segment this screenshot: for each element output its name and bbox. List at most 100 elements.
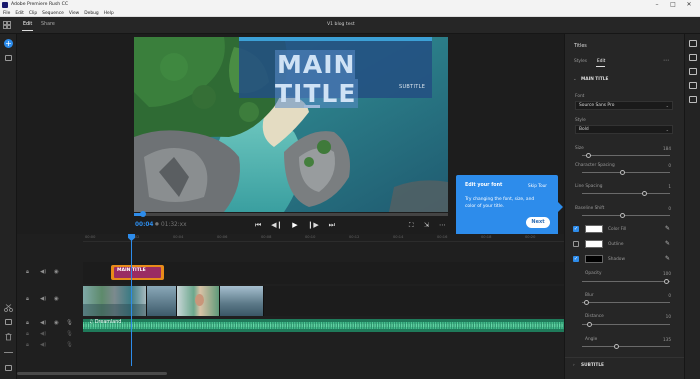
delete-icon[interactable]: [4, 333, 13, 341]
distance-slider[interactable]: [582, 322, 670, 327]
minimize-icon[interactable]: –: [652, 1, 662, 9]
baseline-shift-slider[interactable]: [582, 213, 670, 218]
microphone-icon[interactable]: 🎙︎: [66, 342, 73, 348]
speed-icon[interactable]: [689, 82, 697, 89]
opacity-slider[interactable]: [582, 279, 670, 284]
slider-knob[interactable]: [619, 170, 625, 175]
color-fill-swatch[interactable]: [585, 225, 603, 233]
menu-clip[interactable]: Clip: [29, 11, 37, 16]
angle-value[interactable]: 135: [651, 337, 671, 342]
slider-knob[interactable]: [583, 300, 589, 305]
duplicate-icon[interactable]: [5, 319, 12, 325]
eye-icon[interactable]: ◉: [54, 320, 59, 326]
style-select[interactable]: Bold ⌄: [575, 125, 673, 134]
menu-file[interactable]: File: [3, 11, 10, 16]
video-clip[interactable]: [83, 286, 147, 316]
section-main-title[interactable]: MAIN TITLE: [581, 77, 608, 82]
slider-knob[interactable]: [619, 213, 625, 218]
title-clip[interactable]: MAIN TITLE: [111, 265, 164, 280]
distance-value[interactable]: 10: [651, 314, 671, 319]
menu-view[interactable]: View: [69, 11, 79, 16]
microphone-icon[interactable]: 🎙︎: [66, 331, 73, 337]
transform-icon[interactable]: [689, 96, 697, 103]
char-spacing-slider[interactable]: [582, 170, 670, 175]
eyedropper-icon[interactable]: ✎: [665, 255, 670, 262]
color-fill-checkbox[interactable]: ✓: [573, 226, 579, 232]
scrubber-knob[interactable]: [140, 211, 146, 217]
speaker-icon[interactable]: ◀): [40, 296, 46, 302]
play-icon[interactable]: ▶: [292, 221, 297, 229]
home-icon[interactable]: [3, 21, 11, 29]
next-button[interactable]: Next: [526, 217, 550, 228]
titles-panel-icon[interactable]: [689, 40, 697, 47]
preview-scrubber[interactable]: [134, 211, 448, 217]
timeline-scrollbar[interactable]: [17, 372, 167, 375]
lock-icon[interactable]: 🔒︎: [26, 331, 29, 338]
tab-edit-panel[interactable]: Edit: [597, 59, 605, 64]
eye-icon[interactable]: ◉: [54, 296, 59, 302]
shadow-swatch[interactable]: [585, 255, 603, 263]
speaker-icon[interactable]: ◀): [40, 269, 46, 275]
slider-knob[interactable]: [613, 344, 619, 349]
tab-share[interactable]: Share: [41, 22, 55, 27]
outline-swatch[interactable]: [585, 240, 603, 248]
skip-to-start-icon[interactable]: ⏮: [255, 221, 261, 230]
video-clip[interactable]: [147, 286, 177, 316]
outline-checkbox[interactable]: [573, 241, 579, 247]
skip-to-end-icon[interactable]: ⏭: [329, 221, 335, 230]
step-forward-icon[interactable]: ❙▶: [308, 221, 319, 229]
line-spacing-slider[interactable]: [582, 191, 670, 196]
eyedropper-icon[interactable]: ✎: [665, 225, 670, 232]
fullscreen-icon[interactable]: ⛶: [409, 221, 414, 230]
title-main-text[interactable]: MAIN TITLE: [275, 50, 432, 108]
line-spacing-value[interactable]: 1: [651, 184, 671, 189]
playhead[interactable]: [131, 234, 132, 366]
add-media-button[interactable]: +: [4, 39, 13, 48]
speaker-icon[interactable]: ◀): [40, 342, 46, 348]
eye-icon[interactable]: ◉: [54, 269, 59, 275]
lock-icon[interactable]: 🔒︎: [26, 342, 29, 349]
more-options-icon[interactable]: ⋯: [439, 221, 446, 229]
blur-slider[interactable]: [582, 300, 670, 305]
tab-edit[interactable]: Edit: [21, 22, 34, 31]
maximize-icon[interactable]: □: [668, 1, 678, 9]
section-subtitle[interactable]: SUBTITLE: [581, 363, 604, 368]
lock-icon[interactable]: 🔒︎: [26, 296, 29, 303]
title-overlay[interactable]: MAIN TITLE SUBTITLE: [239, 37, 432, 108]
panel-more-icon[interactable]: ⋯: [663, 57, 669, 64]
angle-slider[interactable]: [582, 344, 670, 349]
font-select[interactable]: Source Sans Pro ⌄: [575, 101, 673, 110]
baseline-shift-value[interactable]: 0: [651, 206, 671, 211]
shadow-checkbox[interactable]: ✓: [573, 256, 579, 262]
step-back-icon[interactable]: ◀❙: [271, 221, 282, 229]
speaker-icon[interactable]: ◀): [40, 331, 46, 337]
blur-value[interactable]: 0: [651, 293, 671, 298]
title-subtitle-text[interactable]: SUBTITLE: [399, 84, 425, 90]
menu-help[interactable]: Help: [104, 11, 114, 16]
size-slider[interactable]: [582, 153, 670, 158]
video-clip[interactable]: [220, 286, 264, 316]
skip-tour-link[interactable]: Skip Tour: [528, 183, 547, 188]
chevron-down-icon[interactable]: ⌄: [573, 77, 577, 82]
opacity-value[interactable]: 100: [651, 271, 671, 276]
video-clip[interactable]: [177, 286, 220, 316]
speaker-icon[interactable]: ◀): [40, 320, 46, 326]
eyedropper-icon[interactable]: ✎: [665, 240, 670, 247]
export-frame-icon[interactable]: ⇲: [424, 221, 429, 229]
transitions-icon[interactable]: [689, 54, 697, 61]
chevron-right-icon[interactable]: ›: [573, 363, 575, 368]
char-spacing-value[interactable]: 0: [651, 163, 671, 168]
lock-icon[interactable]: 🔒︎: [26, 269, 29, 276]
microphone-icon[interactable]: 🎙︎: [66, 320, 73, 326]
color-icon[interactable]: [689, 68, 697, 75]
audio-clip[interactable]: ♫ Dreamland: [83, 319, 564, 332]
tab-styles[interactable]: Styles: [574, 59, 587, 64]
menu-edit[interactable]: Edit: [15, 11, 24, 16]
track-options-icon[interactable]: [5, 365, 12, 371]
media-icon[interactable]: [5, 55, 12, 61]
menu-sequence[interactable]: Sequence: [42, 11, 64, 16]
scissors-icon[interactable]: [4, 304, 13, 312]
size-value[interactable]: 184: [651, 146, 671, 151]
lock-icon[interactable]: 🔒︎: [26, 320, 29, 327]
close-icon[interactable]: ✕: [684, 1, 694, 9]
